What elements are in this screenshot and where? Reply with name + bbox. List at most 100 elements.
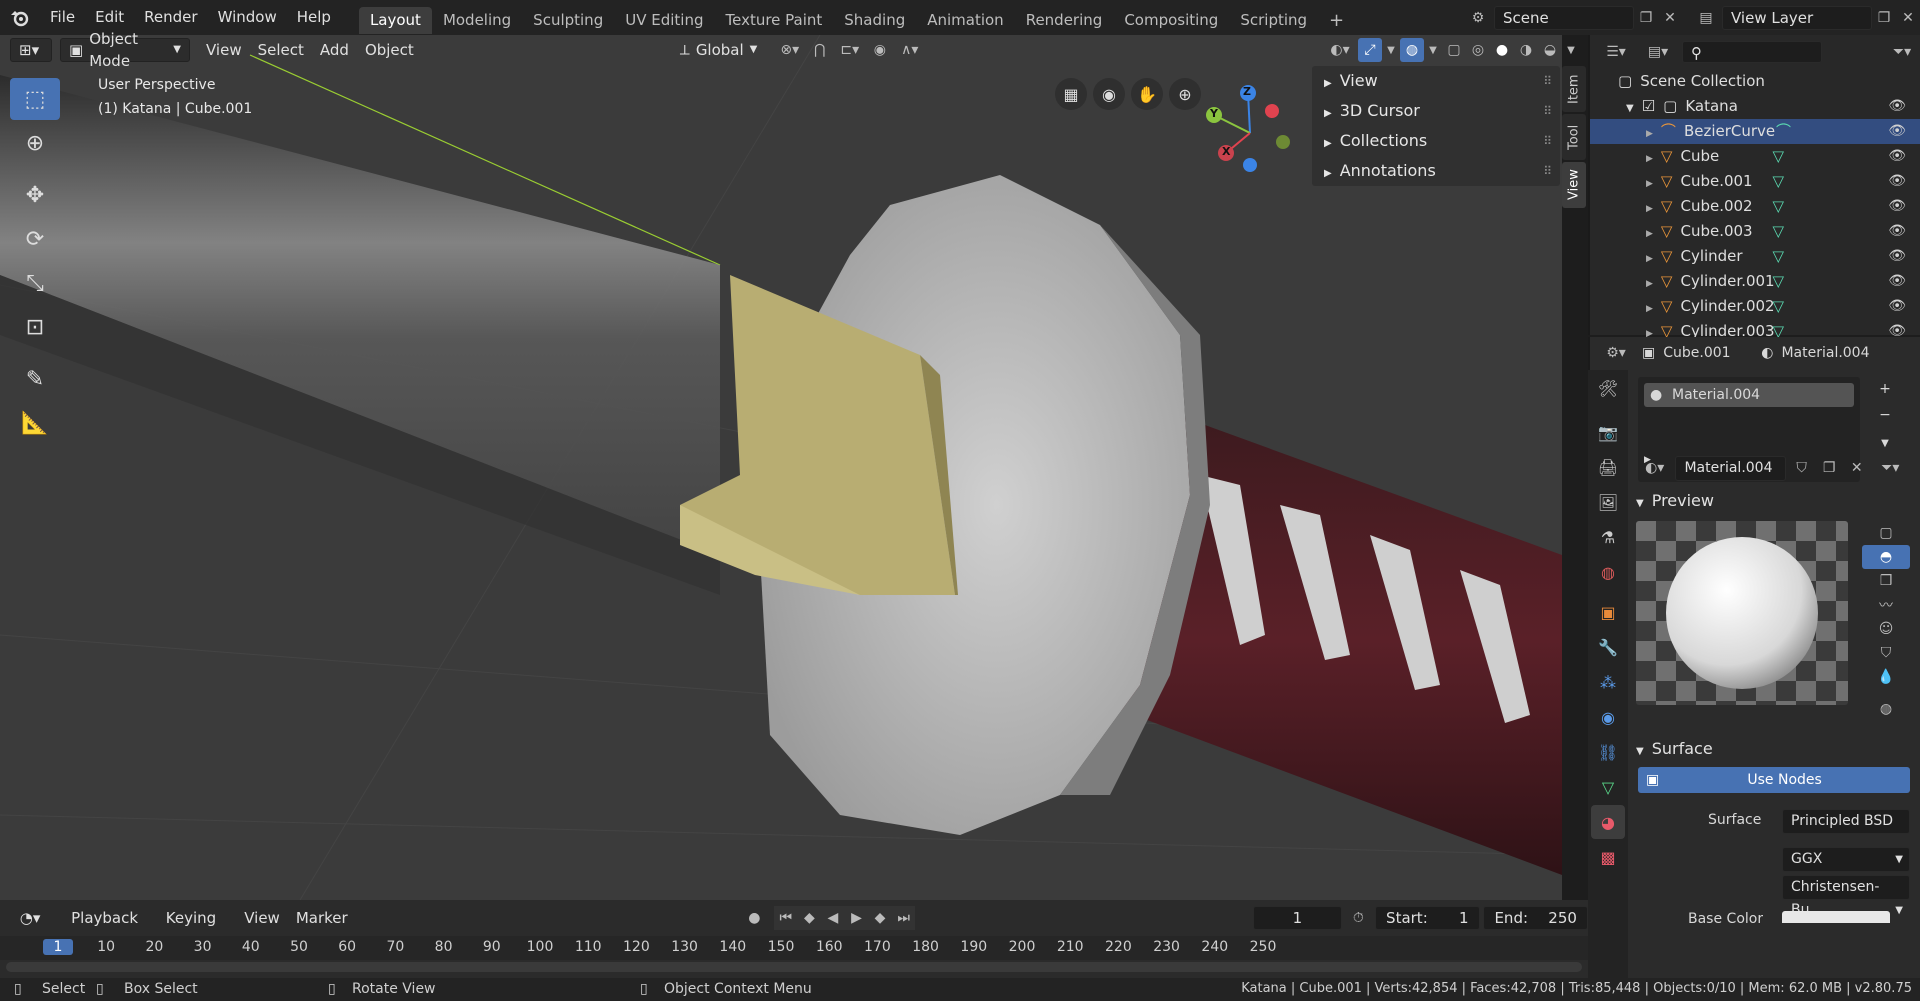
curve-data-icon[interactable]: ⌒	[1776, 122, 1791, 140]
tab-texture-paint[interactable]: Texture Paint	[714, 7, 833, 34]
zoom-icon[interactable]: ⊕	[1169, 78, 1201, 110]
checkbox-icon[interactable]: ☑	[1642, 97, 1655, 115]
jump-keyframe-back-button[interactable]: ◆	[797, 906, 822, 930]
current-frame-field[interactable]: 1	[1253, 906, 1342, 930]
tab-scripting[interactable]: Scripting	[1229, 7, 1318, 34]
sidebar-tab-view[interactable]: View	[1562, 162, 1586, 208]
outliner-row[interactable]: ▶ ▽ Cylinder.002▽ 👁	[1590, 294, 1920, 319]
scene-tab-icon[interactable]: ⚗	[1591, 520, 1625, 554]
mode-dropdown[interactable]: ▣ Object Mode ▼	[60, 30, 190, 70]
falloff-icon[interactable]: ∧▾	[892, 38, 928, 62]
mesh-data-icon[interactable]: ▽	[1772, 147, 1784, 165]
annotate-tool-icon[interactable]: ✎	[10, 358, 60, 400]
surface-shader-field[interactable]: Principled BSD	[1782, 809, 1910, 834]
outliner-row[interactable]: ▶ ⌒ BezierCurve⌒ 👁	[1590, 119, 1920, 144]
eye-icon[interactable]: 👁	[1888, 269, 1906, 294]
physics-tab-icon[interactable]: ◉	[1591, 700, 1625, 734]
filter-icon[interactable]: ⏷▾	[1884, 40, 1920, 64]
pivot-icon[interactable]: ⊗▾	[772, 38, 808, 62]
current-frame-marker[interactable]: 1	[43, 939, 73, 955]
view-layer-tab-icon[interactable]: 🖼	[1591, 485, 1625, 519]
render-tab-icon[interactable]: 📷	[1591, 415, 1625, 449]
tab-modeling[interactable]: Modeling	[432, 7, 522, 34]
mesh-data-icon[interactable]: ▽	[1772, 197, 1784, 215]
grid-view-icon[interactable]: ▦	[1055, 78, 1087, 110]
xray-icon[interactable]: ▢	[1442, 38, 1466, 62]
outliner-row[interactable]: ▶ ▽ Cylinder ▽ 👁	[1590, 244, 1920, 269]
outliner-row[interactable]: ▶ ▽ Cube ▽ 👁	[1590, 144, 1920, 169]
tab-rendering[interactable]: Rendering	[1015, 7, 1114, 34]
preview-flat-icon[interactable]: ▢	[1862, 521, 1910, 545]
preview-world-icon[interactable]: ◍	[1862, 697, 1910, 721]
mesh-data-icon[interactable]: ▽	[1772, 272, 1784, 290]
preview-hair-icon[interactable]: 〰	[1862, 593, 1910, 617]
display-mode-button[interactable]: ▤▾	[1640, 40, 1676, 64]
record-button[interactable]: ●	[743, 906, 767, 930]
eye-icon[interactable]: 👁	[1888, 144, 1906, 169]
preview-fluid-icon[interactable]: 💧	[1862, 665, 1910, 689]
constraints-tab-icon[interactable]: ⛓	[1591, 735, 1625, 769]
cursor-tool-icon[interactable]: ⊕	[10, 122, 60, 164]
new-view-layer-icon[interactable]: ❐	[1872, 6, 1896, 30]
eye-icon[interactable]: 👁	[1888, 294, 1906, 319]
tool-tab-icon[interactable]: 🛠	[1591, 371, 1625, 405]
scale-tool-icon[interactable]: ⤡	[10, 262, 60, 304]
panel-collections[interactable]: ▶ Collections ⠿	[1312, 126, 1560, 156]
fake-user-icon[interactable]: ⛉	[1790, 456, 1814, 480]
panel-3d-cursor[interactable]: ▶ 3D Cursor ⠿	[1312, 96, 1560, 126]
menu-view[interactable]: View	[198, 38, 250, 62]
outliner-row[interactable]: ▶ ▽ Cylinder.001▽ 👁	[1590, 269, 1920, 294]
add-workspace-button[interactable]: +	[1318, 7, 1355, 34]
tab-shading[interactable]: Shading	[833, 7, 916, 34]
material-name-field[interactable]: Material.004	[1675, 455, 1786, 481]
editor-type-button[interactable]: ⊞▾	[10, 38, 52, 62]
transform-orientation-dropdown[interactable]: ⟂ Global ▼	[672, 38, 772, 62]
menu-timeline-view[interactable]: View	[236, 906, 288, 930]
tab-animation[interactable]: Animation	[916, 7, 1014, 34]
menu-marker[interactable]: Marker	[288, 906, 356, 930]
mesh-data-icon[interactable]: ▽	[1772, 247, 1784, 265]
timeline-ruler[interactable]: 1 10 20 30 40 50 60 70 80 90 100 110 120 130 140 150 160…	[0, 936, 1588, 960]
mesh-data-icon[interactable]: ▽	[1772, 222, 1784, 240]
particles-tab-icon[interactable]: ⁂	[1591, 665, 1625, 699]
editor-type-button[interactable]: ⚙▾	[1598, 341, 1634, 365]
object-tab-icon[interactable]: ▣	[1591, 595, 1625, 629]
preview-cloth-icon[interactable]: ⛉	[1862, 641, 1910, 665]
view-layer-icon[interactable]: ▤	[1690, 6, 1722, 30]
start-frame-field[interactable]: Start: 1	[1375, 906, 1480, 930]
editor-type-button[interactable]: ◔▾	[12, 906, 52, 930]
preview-monkey-icon[interactable]: ☺	[1862, 617, 1910, 641]
menu-select[interactable]: Select	[250, 38, 312, 62]
mesh-data-icon[interactable]: ▽	[1772, 172, 1784, 190]
preview-sphere-icon[interactable]: ◓	[1862, 545, 1910, 569]
tab-compositing[interactable]: Compositing	[1113, 7, 1229, 34]
mesh-data-icon[interactable]: ▽	[1772, 297, 1784, 315]
subsurface-method-dropdown[interactable]: Christensen-Bu... ▼	[1782, 875, 1910, 918]
preview-section-header[interactable]: ▼ Preview	[1636, 487, 1714, 515]
world-tab-icon[interactable]: ◍	[1591, 555, 1625, 589]
modifier-tab-icon[interactable]: 🔧	[1591, 630, 1625, 664]
move-tool-icon[interactable]: ✥	[10, 174, 60, 216]
panel-annotations[interactable]: ▶ Annotations ⠿	[1312, 156, 1560, 186]
wireframe-shading-icon[interactable]: ◎	[1466, 38, 1490, 62]
menu-object[interactable]: Object	[357, 38, 422, 62]
menu-add[interactable]: Add	[312, 38, 357, 62]
transform-tool-icon[interactable]: ⊡	[10, 306, 60, 348]
play-reverse-button[interactable]: ◀	[821, 906, 845, 930]
node-tree-icon[interactable]: ⏷▾	[1873, 456, 1908, 480]
expand-arrow-icon[interactable]: ▶	[1646, 154, 1653, 164]
expand-arrow-icon[interactable]: ▶	[1646, 179, 1653, 189]
eye-icon[interactable]: 👁	[1888, 219, 1906, 244]
shading-options-icon[interactable]: ▼	[1562, 38, 1580, 62]
menu-keying[interactable]: Keying ⌄	[158, 906, 236, 950]
gizmo-options-icon[interactable]: ▼	[1382, 38, 1400, 62]
eye-icon[interactable]: 👁	[1888, 169, 1906, 194]
snap-target-icon[interactable]: ⊏▾	[832, 38, 868, 62]
snap-icon[interactable]: ⋂	[808, 38, 832, 62]
tab-layout[interactable]: Layout	[358, 7, 432, 34]
camera-view-icon[interactable]: ◉	[1093, 78, 1125, 110]
outliner-row[interactable]: ▶ ▽ Cube.003 ▽ 👁	[1590, 219, 1920, 244]
delete-view-layer-icon[interactable]: ✕	[1896, 6, 1920, 30]
rendered-shading-icon[interactable]: ◒	[1538, 38, 1562, 62]
menu-file[interactable]: File	[40, 0, 85, 35]
